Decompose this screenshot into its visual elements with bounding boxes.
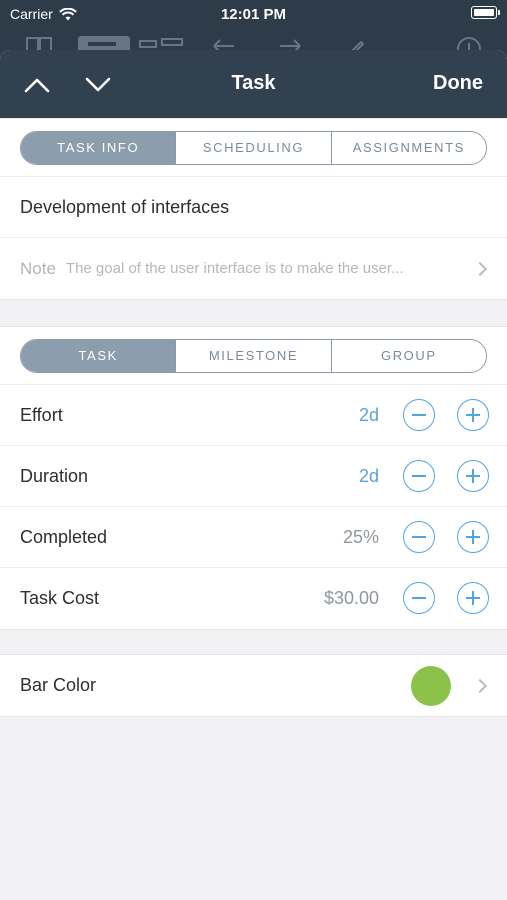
effort-increase-button[interactable]	[457, 399, 489, 431]
appearance-section: Bar Color	[0, 654, 507, 717]
bar-color-label: Bar Color	[20, 675, 97, 695]
completed-value[interactable]: 25%	[343, 527, 379, 548]
note-row[interactable]: Note The goal of the user interface is t…	[0, 238, 507, 299]
bar-color-row[interactable]: Bar Color	[0, 655, 507, 716]
tab-group[interactable]: GROUP	[330, 339, 486, 372]
bar-color-swatch	[411, 666, 451, 706]
minus-icon	[412, 414, 426, 416]
note-label: Note	[20, 258, 56, 278]
battery-icon	[471, 6, 500, 19]
task-cost-increase-button[interactable]	[457, 582, 489, 614]
duration-increase-button[interactable]	[457, 460, 489, 492]
task-info-section: TASK INFO SCHEDULING ASSIGNMENTS Develop…	[0, 118, 507, 300]
effort-decrease-button[interactable]	[403, 399, 435, 431]
tab-task[interactable]: TASK	[21, 339, 176, 372]
info-tabs-container: TASK INFO SCHEDULING ASSIGNMENTS	[0, 119, 507, 177]
tab-task-info[interactable]: TASK INFO	[21, 131, 176, 164]
completed-increase-button[interactable]	[457, 521, 489, 553]
minus-icon	[412, 597, 426, 599]
task-cost-row: Task Cost $30.00	[0, 568, 507, 629]
completed-decrease-button[interactable]	[403, 521, 435, 553]
duration-label: Duration	[20, 465, 89, 486]
minus-icon	[412, 536, 426, 538]
task-cost-value[interactable]: $30.00	[324, 588, 379, 609]
task-cost-label: Task Cost	[20, 588, 100, 608]
task-cost-decrease-button[interactable]	[403, 582, 435, 614]
section-gap	[0, 300, 507, 326]
tab-milestone[interactable]: MILESTONE	[175, 339, 331, 372]
note-preview: The goal of the user interface is to mak…	[65, 260, 404, 277]
duration-value[interactable]: 2d	[359, 466, 379, 487]
task-details-section: TASK MILESTONE GROUP Effort 2d Duration …	[0, 326, 507, 630]
minus-icon	[412, 475, 426, 477]
clock: 12:01 PM	[220, 6, 287, 23]
status-bar: Carrier 12:01 PM	[0, 0, 507, 30]
info-tabs: TASK INFO SCHEDULING ASSIGNMENTS	[20, 130, 487, 165]
effort-row: Effort 2d	[0, 385, 507, 446]
duration-decrease-button[interactable]	[403, 460, 435, 492]
duration-row: Duration 2d	[0, 446, 507, 507]
completed-row: Completed 25%	[0, 507, 507, 568]
effort-value[interactable]: 2d	[359, 405, 379, 426]
task-type-tabs: TASK MILESTONE GROUP	[20, 338, 487, 373]
task-name: Development of interfaces	[20, 196, 230, 217]
navigation-bar: Task Done	[0, 50, 507, 118]
task-editor-sheet: Task Done TASK INFO SCHEDULING ASSIGNMEN…	[0, 50, 507, 900]
completed-label: Completed	[20, 526, 108, 547]
chevron-right-icon	[472, 678, 488, 693]
type-tabs-container: TASK MILESTONE GROUP	[0, 327, 507, 385]
tab-scheduling[interactable]: SCHEDULING	[175, 131, 331, 164]
tab-assignments[interactable]: ASSIGNMENTS	[330, 131, 486, 164]
section-gap	[0, 630, 507, 654]
page-title: Task	[231, 72, 276, 94]
task-name-field[interactable]: Development of interfaces	[0, 177, 507, 238]
chevron-right-icon	[472, 261, 488, 276]
effort-label: Effort	[20, 404, 63, 425]
done-button[interactable]: Done	[433, 72, 483, 95]
